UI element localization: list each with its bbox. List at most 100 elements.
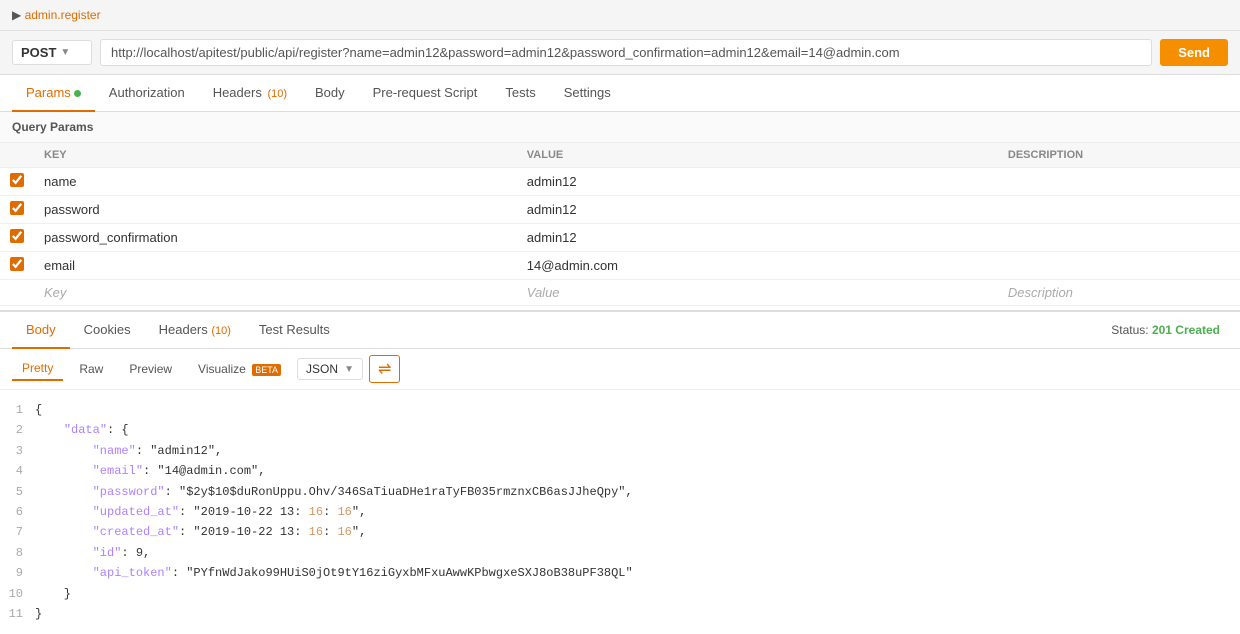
params-table: KEY VALUE DESCRIPTION name admin12 passw… [0,143,1240,306]
response-body: 1{2 "data": {3 "name": "admin12",4 "emai… [0,390,1240,634]
line-number: 3 [0,441,35,461]
breadcrumb: ▶ admin.register [0,0,1240,31]
json-format-select[interactable]: JSON ▼ [297,358,363,380]
desc-cell-0 [998,168,1240,196]
row-checkbox-0[interactable] [10,173,24,187]
line-content: "password": "$2y$10$duRonUppu.Ohv/346SaT… [35,482,633,502]
code-line: 4 "email": "14@admin.com", [0,461,1240,481]
request-tabs: Params Authorization Headers (10) Body P… [0,75,1240,112]
line-content: "data": { [35,420,129,440]
line-content: "id": 9, [35,543,150,563]
response-headers-badge: (10) [211,325,231,337]
code-line: 11} [0,604,1240,624]
line-content: "updated_at": "2019-10-22 13: 16: 16", [35,502,366,522]
tab-headers[interactable]: Headers (10) [199,75,301,112]
code-line: 10 } [0,584,1240,604]
table-row: email 14@admin.com [0,252,1240,280]
tab-body[interactable]: Body [301,75,359,112]
breadcrumb-text: admin.register [25,8,101,22]
line-content: "created_at": "2019-10-22 13: 16: 16", [35,522,366,542]
table-row: password_confirmation admin12 [0,224,1240,252]
send-button[interactable]: Send [1160,39,1228,66]
pretty-button[interactable]: Pretty [12,357,63,381]
row-checkbox-3[interactable] [10,257,24,271]
row-checkbox-1[interactable] [10,201,24,215]
response-tab-cookies[interactable]: Cookies [70,312,145,349]
table-row: name admin12 [0,168,1240,196]
line-content: "email": "14@admin.com", [35,461,265,481]
visualize-button[interactable]: Visualize BETA [188,358,291,380]
line-number: 2 [0,420,35,440]
code-line: 2 "data": { [0,420,1240,440]
line-number: 4 [0,461,35,481]
value-cell-0: admin12 [517,168,998,196]
tab-tests[interactable]: Tests [491,75,549,112]
col-desc-header: DESCRIPTION [998,143,1240,168]
response-tab-body[interactable]: Body [12,312,70,349]
code-line: 3 "name": "admin12", [0,441,1240,461]
response-tabs: Body Cookies Headers (10) Test Results S… [0,312,1240,349]
method-selector[interactable]: POST ▼ [12,40,92,65]
beta-badge: BETA [252,364,281,376]
desc-cell-2 [998,224,1240,252]
line-number: 6 [0,502,35,522]
value-cell-3: 14@admin.com [517,252,998,280]
format-bar: Pretty Raw Preview Visualize BETA JSON ▼… [0,349,1240,390]
line-content: } [35,604,42,624]
line-number: 7 [0,522,35,542]
json-label: JSON [306,362,338,376]
visualize-label: Visualize [198,362,246,376]
key-cell-2: password_confirmation [34,224,517,252]
code-line: 5 "password": "$2y$10$duRonUppu.Ohv/346S… [0,482,1240,502]
desc-cell-3 [998,252,1240,280]
line-number: 11 [0,604,35,624]
placeholder-value[interactable]: Value [517,280,998,306]
tab-prerequest[interactable]: Pre-request Script [359,75,492,112]
key-cell-1: password [34,196,517,224]
line-number: 10 [0,584,35,604]
placeholder-key[interactable]: Key [34,280,517,306]
table-row: password admin12 [0,196,1240,224]
code-line: 9 "api_token": "PYfnWdJako99HUiS0jOt9tY1… [0,563,1240,583]
url-bar: POST ▼ Send [0,31,1240,75]
tab-params[interactable]: Params [12,75,95,112]
json-chevron-icon: ▼ [344,364,354,375]
response-tab-test-results[interactable]: Test Results [245,312,344,349]
query-params-label: Query Params [0,112,1240,143]
tab-settings[interactable]: Settings [550,75,625,112]
status-value: 201 Created [1152,323,1220,337]
status-info: Status: 201 Created [1111,323,1228,337]
method-chevron-icon: ▼ [60,47,70,58]
code-line: 6 "updated_at": "2019-10-22 13: 16: 16", [0,502,1240,522]
desc-cell-1 [998,196,1240,224]
line-content: { [35,400,42,420]
placeholder-description[interactable]: Description [998,280,1240,306]
code-line: 7 "created_at": "2019-10-22 13: 16: 16", [0,522,1240,542]
col-key-header: KEY [34,143,517,168]
value-cell-2: admin12 [517,224,998,252]
response-tab-headers[interactable]: Headers (10) [145,312,245,349]
key-cell-0: name [34,168,517,196]
params-dot [74,90,81,97]
row-checkbox-2[interactable] [10,229,24,243]
line-content: } [35,584,71,604]
headers-badge: (10) [267,88,287,100]
line-content: "name": "admin12", [35,441,222,461]
table-row-placeholder: Key Value Description [0,280,1240,306]
line-content: "api_token": "PYfnWdJako99HUiS0jOt9tY16z… [35,563,633,583]
line-number: 8 [0,543,35,563]
method-label: POST [21,45,56,60]
value-cell-1: admin12 [517,196,998,224]
status-label: Status: [1111,323,1148,337]
tab-authorization[interactable]: Authorization [95,75,199,112]
key-cell-3: email [34,252,517,280]
line-number: 5 [0,482,35,502]
preview-button[interactable]: Preview [119,358,182,380]
url-input[interactable] [100,39,1152,66]
col-value-header: VALUE [517,143,998,168]
line-number: 9 [0,563,35,583]
wrap-button[interactable]: ⇌ [369,355,400,383]
code-line: 8 "id": 9, [0,543,1240,563]
line-number: 1 [0,400,35,420]
raw-button[interactable]: Raw [69,358,113,380]
